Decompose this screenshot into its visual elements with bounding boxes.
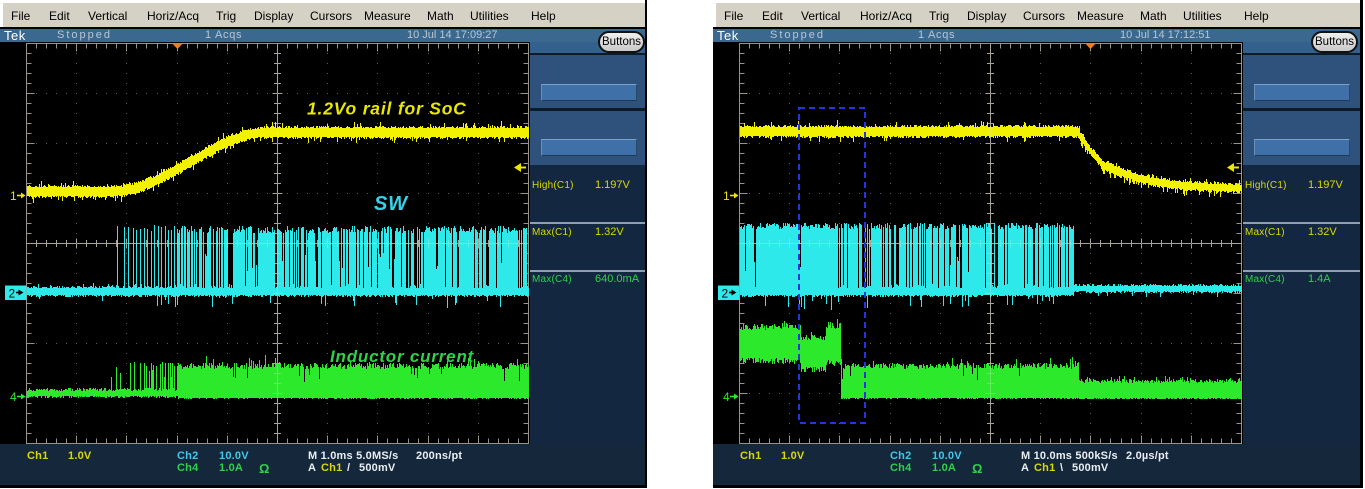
svg-text:2: 2: [9, 287, 16, 301]
svg-text:1.2Vo rail for SoC: 1.2Vo rail for SoC: [307, 99, 467, 119]
svg-text:4: 4: [10, 390, 17, 404]
svg-text:4: 4: [723, 390, 730, 404]
svg-text:SW: SW: [374, 193, 409, 215]
svg-text:Inductor current: Inductor current: [330, 347, 475, 366]
svg-text:1: 1: [723, 189, 730, 203]
svg-text:2: 2: [722, 287, 729, 301]
svg-text:1: 1: [10, 189, 17, 203]
